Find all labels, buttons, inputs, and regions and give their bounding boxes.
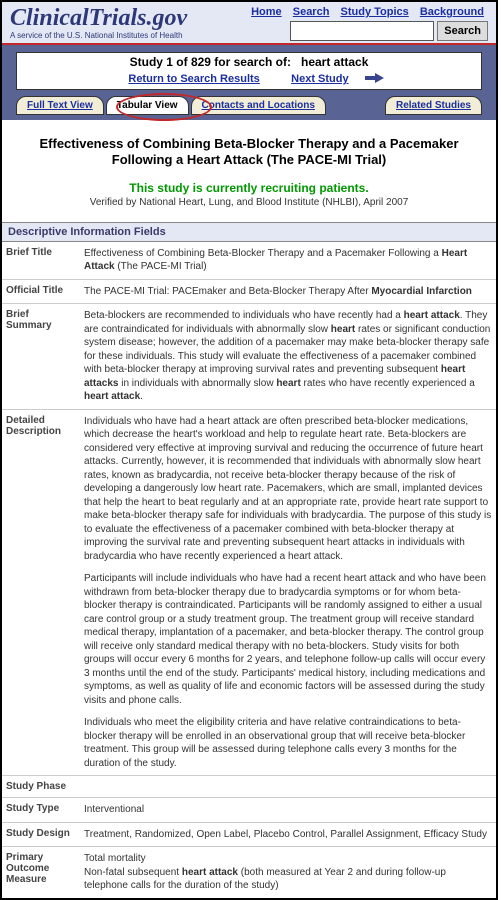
study-title: Effectiveness of Combining Beta-Blocker … — [12, 136, 486, 169]
page-header: ClinicalTrials.gov A service of the U.S.… — [2, 2, 496, 45]
search-button[interactable] — [437, 21, 488, 41]
site-tagline: A service of the U.S. National Institute… — [10, 31, 187, 40]
label-study-design: Study Design — [2, 822, 80, 847]
site-logo[interactable]: ClinicalTrials.gov — [10, 6, 187, 30]
value-detailed-description: Individuals who have had a heart attack … — [80, 409, 496, 776]
nav-study-topics[interactable]: Study Topics — [341, 6, 409, 18]
search-input[interactable] — [290, 21, 434, 41]
value-study-design: Treatment, Randomized, Open Label, Place… — [80, 822, 496, 847]
value-brief-title: Effectiveness of Combining Beta-Blocker … — [80, 242, 496, 280]
table-row: Study Type Interventional — [2, 798, 496, 823]
value-study-phase — [80, 776, 496, 798]
table-row: Brief Summary Beta-blockers are recommen… — [2, 304, 496, 410]
arrow-icon-head — [375, 73, 384, 83]
study-count: Study 1 of 829 for search of: — [130, 55, 291, 69]
table-row: Brief Title Effectiveness of Combining B… — [2, 242, 496, 280]
table-row: Official Title The PACE-MI Trial: PACEma… — [2, 279, 496, 304]
table-row: Detailed Description Individuals who hav… — [2, 409, 496, 776]
table-row: Study Design Treatment, Randomized, Open… — [2, 822, 496, 847]
nav-home[interactable]: Home — [251, 6, 282, 18]
label-official-title: Official Title — [2, 279, 80, 304]
search-box — [290, 21, 488, 41]
label-brief-title: Brief Title — [2, 242, 80, 280]
tab-bar: Full Text View Tabular View Contacts and… — [16, 96, 482, 115]
return-to-results-link[interactable]: Return to Search Results — [128, 73, 259, 85]
next-study-link[interactable]: Next Study — [291, 73, 348, 85]
label-study-phase: Study Phase — [2, 776, 80, 798]
results-bar: Study 1 of 829 for search of: heart atta… — [2, 45, 496, 120]
value-brief-summary: Beta-blockers are recommended to individ… — [80, 304, 496, 410]
top-links: Home Search Study Topics Background — [247, 6, 488, 18]
arrow-icon — [365, 76, 375, 80]
nav-search[interactable]: Search — [293, 6, 330, 18]
value-official-title: The PACE-MI Trial: PACEmaker and Beta-Bl… — [80, 279, 496, 304]
tab-tabular[interactable]: Tabular View — [106, 96, 189, 115]
search-query: heart attack — [301, 55, 368, 69]
label-brief-summary: Brief Summary — [2, 304, 80, 410]
logo-area: ClinicalTrials.gov A service of the U.S.… — [10, 6, 187, 40]
top-nav: Home Search Study Topics Background — [247, 6, 488, 41]
label-detailed-description: Detailed Description — [2, 409, 80, 776]
table-row: Primary Outcome Measure Total mortality … — [2, 847, 496, 898]
nav-background[interactable]: Background — [420, 6, 484, 18]
tab-contacts[interactable]: Contacts and Locations — [191, 96, 326, 115]
section-header: Descriptive Information Fields — [2, 222, 496, 242]
value-primary-outcome: Total mortality Non-fatal subsequent hea… — [80, 847, 496, 898]
label-study-type: Study Type — [2, 798, 80, 823]
fields-table: Brief Title Effectiveness of Combining B… — [2, 242, 496, 898]
value-study-type: Interventional — [80, 798, 496, 823]
label-primary-outcome: Primary Outcome Measure — [2, 847, 80, 898]
verified-by: Verified by National Heart, Lung, and Bl… — [12, 197, 486, 208]
tab-related[interactable]: Related Studies — [385, 96, 482, 115]
main-content: Effectiveness of Combining Beta-Blocker … — [2, 120, 496, 208]
table-row: Study Phase — [2, 776, 496, 798]
recruiting-status: This study is currently recruiting patie… — [12, 181, 486, 195]
tab-full-text[interactable]: Full Text View — [16, 96, 104, 115]
search-info-box: Study 1 of 829 for search of: heart atta… — [16, 52, 482, 90]
